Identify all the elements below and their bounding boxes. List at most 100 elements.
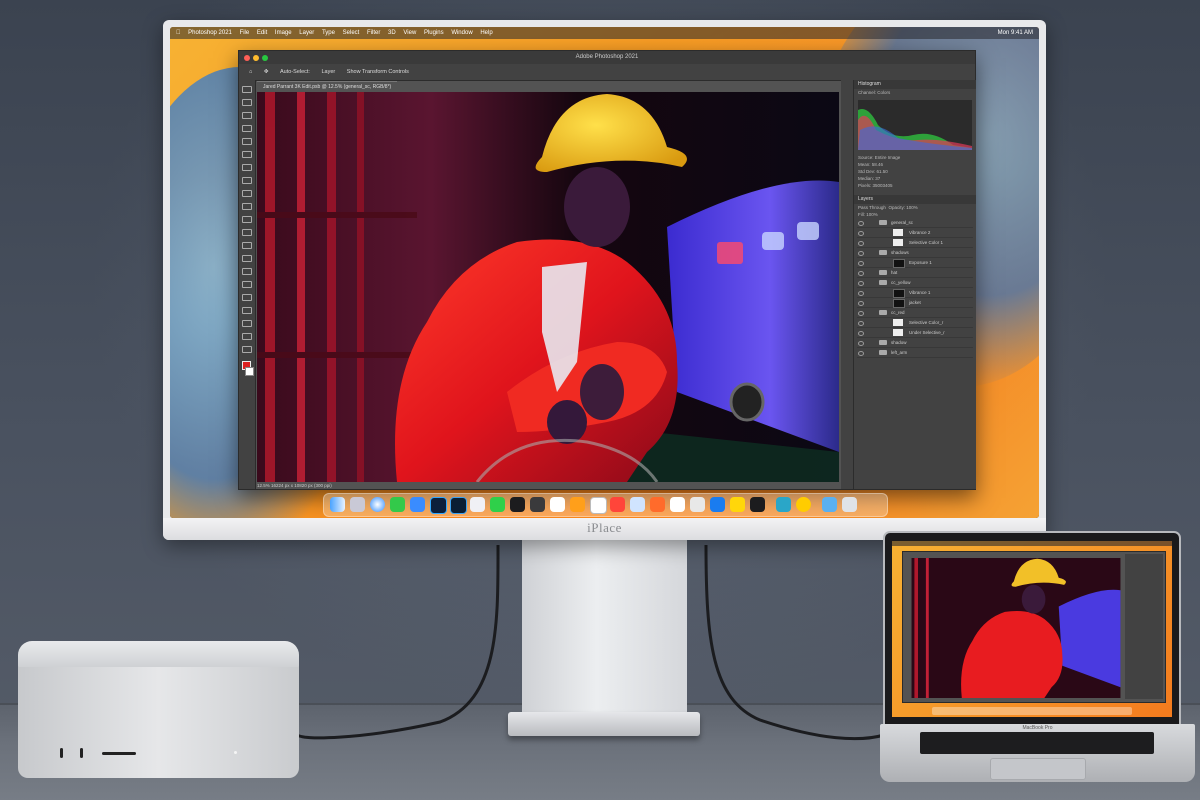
source-dropdown[interactable]: Entire Image <box>875 155 901 160</box>
menu-item[interactable]: Layer <box>299 30 314 36</box>
layer-row[interactable]: shadow <box>857 338 973 348</box>
app-icon[interactable] <box>690 497 705 512</box>
finder-icon[interactable] <box>330 497 345 512</box>
visibility-eye-icon[interactable] <box>858 331 864 336</box>
visibility-eye-icon[interactable] <box>858 341 864 346</box>
layer-row[interactable]: Exposure 1 <box>857 258 973 268</box>
app-icon[interactable] <box>610 497 625 512</box>
visibility-eye-icon[interactable] <box>858 291 864 296</box>
layer-row[interactable]: jacket <box>857 298 973 308</box>
visibility-eye-icon[interactable] <box>858 321 864 326</box>
visibility-eye-icon[interactable] <box>858 351 864 356</box>
menu-item[interactable]: Window <box>451 30 472 36</box>
visibility-eye-icon[interactable] <box>858 301 864 306</box>
background-color-swatch[interactable] <box>245 367 254 376</box>
app-icon[interactable] <box>650 497 665 512</box>
eraser-tool-icon[interactable] <box>242 229 252 236</box>
app-icon[interactable] <box>470 497 485 512</box>
layer-row[interactable]: Vibrance 1 <box>857 288 973 298</box>
app-icon[interactable] <box>550 497 565 512</box>
launchpad-icon[interactable] <box>350 497 365 512</box>
menu-item[interactable]: File <box>240 30 250 36</box>
path-select-tool-icon[interactable] <box>242 307 252 314</box>
final-cut-icon[interactable] <box>750 497 765 512</box>
type-tool-icon[interactable] <box>242 294 252 301</box>
menu-item[interactable]: 3D <box>388 30 396 36</box>
app-icon[interactable] <box>570 497 585 512</box>
eyedropper-tool-icon[interactable] <box>242 164 252 171</box>
messages-icon[interactable] <box>390 497 405 512</box>
layer-row[interactable]: cc_yellow <box>857 278 973 288</box>
close-button[interactable] <box>244 55 250 61</box>
visibility-eye-icon[interactable] <box>858 251 864 256</box>
home-icon[interactable]: ⌂ <box>249 69 252 75</box>
menu-item[interactable]: Photoshop 2021 <box>188 30 232 36</box>
app-icon[interactable] <box>530 497 545 512</box>
shape-tool-icon[interactable] <box>242 320 252 327</box>
menu-item[interactable]: Edit <box>257 30 267 36</box>
quick-select-tool-icon[interactable] <box>242 125 252 132</box>
pen-tool-icon[interactable] <box>242 281 252 288</box>
menu-item[interactable]: Select <box>343 30 360 36</box>
minimize-button[interactable] <box>253 55 259 61</box>
app-icon[interactable] <box>630 497 645 512</box>
layer-row[interactable]: Selective Color_r <box>857 318 973 328</box>
apple-icon[interactable]:  <box>176 30 181 36</box>
image-canvas[interactable] <box>257 92 839 482</box>
app-icon[interactable] <box>796 497 811 512</box>
visibility-eye-icon[interactable] <box>858 231 864 236</box>
blur-tool-icon[interactable] <box>242 255 252 262</box>
layer-row[interactable]: Selective Color 1 <box>857 238 973 248</box>
app-icon[interactable] <box>670 497 685 512</box>
facetime-icon[interactable] <box>490 497 505 512</box>
menu-item[interactable]: Type <box>322 30 335 36</box>
channel-dropdown[interactable]: Colors <box>877 90 890 95</box>
trash-icon[interactable] <box>842 497 857 512</box>
gradient-tool-icon[interactable] <box>242 242 252 249</box>
downloads-folder-icon[interactable] <box>822 497 837 512</box>
lasso-tool-icon[interactable] <box>242 112 252 119</box>
history-brush-icon[interactable] <box>242 216 252 223</box>
app-icon[interactable] <box>776 497 791 512</box>
histogram-panel-tab[interactable]: Histogram <box>854 80 976 89</box>
visibility-eye-icon[interactable] <box>858 311 864 316</box>
stamp-tool-icon[interactable] <box>242 203 252 210</box>
layer-row[interactable]: Under Selective_r <box>857 328 973 338</box>
layer-row[interactable]: hat <box>857 268 973 278</box>
blend-mode-dropdown[interactable]: Pass Through <box>858 205 886 210</box>
opacity-field[interactable]: Opacity: 100% <box>888 205 917 210</box>
brush-tool-icon[interactable] <box>242 190 252 197</box>
dodge-tool-icon[interactable] <box>242 268 252 275</box>
visibility-eye-icon[interactable] <box>858 271 864 276</box>
menu-item[interactable]: Image <box>275 30 292 36</box>
layer-row[interactable]: shadows <box>857 248 973 258</box>
crop-tool-icon[interactable] <box>242 138 252 145</box>
zoom-button[interactable] <box>262 55 268 61</box>
layers-panel-tab[interactable]: Layers <box>854 195 976 204</box>
menu-item[interactable]: View <box>403 30 416 36</box>
safari-icon[interactable] <box>370 497 385 512</box>
app-icon[interactable] <box>510 497 525 512</box>
marquee-tool-icon[interactable] <box>242 99 252 106</box>
move-tool-icon[interactable]: ✥ <box>264 69 269 75</box>
xcode-icon[interactable] <box>710 497 725 512</box>
auto-select-dropdown[interactable]: Layer <box>322 69 336 75</box>
mail-icon[interactable] <box>410 497 425 512</box>
notes-icon[interactable] <box>730 497 745 512</box>
lightroom-icon[interactable] <box>450 497 467 514</box>
visibility-eye-icon[interactable] <box>858 221 864 226</box>
visibility-eye-icon[interactable] <box>858 261 864 266</box>
layer-row[interactable]: cc_red <box>857 308 973 318</box>
layer-row[interactable]: Vibrance 2 <box>857 228 973 238</box>
zoom-tool-icon[interactable] <box>242 346 252 353</box>
layer-row[interactable]: general_sc <box>857 218 973 228</box>
menubar-clock[interactable]: Mon 9:41 AM <box>998 27 1033 39</box>
visibility-eye-icon[interactable] <box>858 241 864 246</box>
move-tool-icon[interactable] <box>242 86 252 93</box>
fill-field[interactable]: Fill: 100% <box>858 212 878 217</box>
photoshop-icon[interactable] <box>430 497 447 514</box>
healing-tool-icon[interactable] <box>242 177 252 184</box>
auto-select-label[interactable]: Auto-Select: <box>280 69 310 75</box>
transform-controls-checkbox[interactable]: Show Transform Controls <box>347 69 409 75</box>
hand-tool-icon[interactable] <box>242 333 252 340</box>
